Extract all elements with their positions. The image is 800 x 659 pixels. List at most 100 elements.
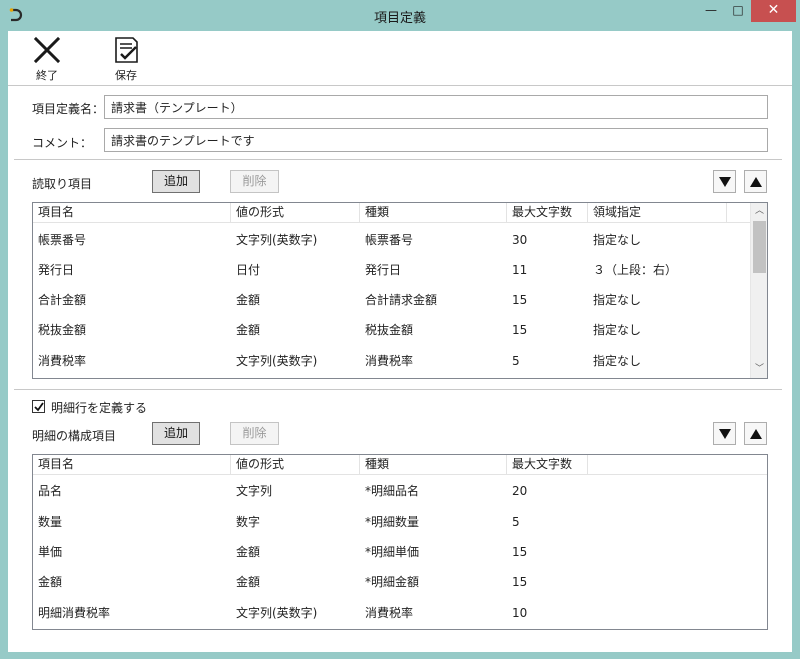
cell-item-name: 金額 bbox=[38, 575, 63, 589]
read-items-scrollbar[interactable]: ︿ ﹀ bbox=[750, 203, 767, 378]
column-header[interactable]: 種類 bbox=[360, 203, 507, 223]
cell-item-name: 税抜金額 bbox=[38, 323, 87, 337]
table-row[interactable]: 合計金額 金額 合計請求金額 15 指定なし bbox=[33, 285, 752, 315]
detail-delete-button[interactable]: 削除 bbox=[230, 422, 279, 445]
cell-value-format: 金額 bbox=[236, 293, 261, 307]
title-bar[interactable]: 項目定義 — □ ✕ bbox=[0, 0, 800, 31]
cell-type: 帳票番号 bbox=[365, 233, 414, 247]
cell-max-chars: 20 bbox=[512, 484, 528, 498]
save-button[interactable]: 保存 bbox=[102, 35, 150, 83]
cell-item-name: 発行日 bbox=[38, 263, 75, 277]
cell-value-format: 文字列(英数字) bbox=[236, 354, 318, 368]
save-checklist-icon bbox=[115, 37, 138, 63]
app-window: 項目定義 — □ ✕ 終了 保存 項目定義名： 請求書（テンプレート） コメント… bbox=[0, 0, 800, 659]
table-row[interactable]: 数量 数字 *明細数量 5 bbox=[33, 507, 767, 537]
exit-button[interactable]: 終了 bbox=[23, 35, 71, 83]
cell-type: *明細単価 bbox=[365, 545, 420, 559]
table-row[interactable]: 金額 金額 *明細金額 15 bbox=[33, 567, 767, 597]
cell-max-chars: 5 bbox=[512, 354, 520, 368]
cell-max-chars: 5 bbox=[512, 515, 520, 529]
move-up-icon bbox=[750, 177, 762, 187]
column-header[interactable]: 項目名 bbox=[33, 455, 231, 475]
cell-value-format: 文字列(英数字) bbox=[236, 606, 318, 620]
table-row[interactable]: 品名 文字列 *明細品名 20 bbox=[33, 476, 767, 506]
cell-type: 税抜金額 bbox=[365, 323, 414, 337]
cell-value-format: 金額 bbox=[236, 323, 261, 337]
read-items-move-up-button[interactable] bbox=[744, 170, 767, 193]
cell-region: 指定なし bbox=[593, 233, 642, 247]
cell-value-format: 文字列(英数字) bbox=[236, 233, 318, 247]
cell-item-name: 合計金額 bbox=[38, 293, 87, 307]
column-header[interactable]: 値の形式 bbox=[231, 455, 360, 475]
cell-item-name: 帳票番号 bbox=[38, 233, 87, 247]
checkmark-icon bbox=[34, 402, 44, 412]
define-detail-label: 明細行を定義する bbox=[51, 401, 148, 415]
define-detail-checkbox[interactable] bbox=[32, 400, 45, 413]
divider bbox=[14, 389, 782, 390]
table-row[interactable]: 発行日 日付 発行日 11 ３（上段：右） bbox=[33, 255, 752, 285]
detail-add-button[interactable]: 追加 bbox=[152, 422, 200, 445]
cell-item-name: 数量 bbox=[38, 515, 63, 529]
cell-max-chars: 15 bbox=[512, 575, 528, 589]
read-items-add-button[interactable]: 追加 bbox=[152, 170, 200, 193]
column-header[interactable]: 項目名 bbox=[33, 203, 231, 223]
scroll-up-arrow-icon[interactable]: ︿ bbox=[751, 203, 767, 220]
divider bbox=[14, 159, 782, 160]
column-header[interactable]: 値の形式 bbox=[231, 203, 360, 223]
comment-label: コメント： bbox=[32, 136, 93, 150]
comment-field[interactable]: 請求書のテンプレートです bbox=[104, 128, 768, 152]
read-items-grid: 項目名 値の形式 種類 最大文字数 領域指定 帳票番号 文字列(英数字) 帳票番… bbox=[32, 202, 768, 379]
table-row[interactable]: 税抜金額 金額 税抜金額 15 指定なし bbox=[33, 315, 752, 345]
cell-type: *明細品名 bbox=[365, 484, 420, 498]
read-items-move-down-button[interactable] bbox=[713, 170, 736, 193]
detail-items-header: 項目名 値の形式 種類 最大文字数 bbox=[33, 455, 767, 475]
window-title: 項目定義 bbox=[373, 11, 426, 26]
move-up-icon bbox=[750, 429, 762, 439]
cell-max-chars: 30 bbox=[512, 233, 528, 247]
column-header[interactable]: 最大文字数 bbox=[507, 455, 588, 475]
scroll-thumb[interactable] bbox=[753, 221, 766, 273]
definition-name-label: 項目定義名： bbox=[32, 102, 105, 116]
cell-type: 消費税率 bbox=[365, 354, 414, 368]
cell-max-chars: 10 bbox=[512, 606, 528, 620]
cell-max-chars: 15 bbox=[512, 545, 528, 559]
minimize-button[interactable]: — bbox=[697, 0, 725, 22]
cell-type: *明細金額 bbox=[365, 575, 420, 589]
toolbar: 終了 保存 bbox=[8, 31, 792, 86]
read-items-delete-button[interactable]: 削除 bbox=[230, 170, 279, 193]
scroll-down-arrow-icon[interactable]: ﹀ bbox=[751, 361, 767, 378]
read-items-label: 読取り項目 bbox=[32, 177, 93, 191]
read-items-header: 項目名 値の形式 種類 最大文字数 領域指定 bbox=[33, 203, 752, 223]
cell-value-format: 金額 bbox=[236, 545, 261, 559]
cell-max-chars: 15 bbox=[512, 323, 528, 337]
table-row[interactable]: 明細消費税率 文字列(英数字) 消費税率 10 bbox=[33, 598, 767, 628]
detail-move-up-button[interactable] bbox=[744, 422, 767, 445]
cell-item-name: 消費税率 bbox=[38, 354, 87, 368]
maximize-button[interactable]: □ bbox=[725, 0, 751, 22]
move-down-icon bbox=[719, 177, 731, 187]
cell-region: 指定なし bbox=[593, 293, 642, 307]
client-area: 終了 保存 項目定義名： 請求書（テンプレート） コメント： 請求書のテンプレー… bbox=[8, 31, 792, 652]
column-header[interactable]: 領域指定 bbox=[588, 203, 727, 223]
column-header[interactable]: 最大文字数 bbox=[507, 203, 588, 223]
cell-value-format: 数字 bbox=[236, 515, 261, 529]
cell-value-format: 金額 bbox=[236, 575, 261, 589]
cell-region: 指定なし bbox=[593, 354, 642, 368]
cell-item-name: 明細消費税率 bbox=[38, 606, 111, 620]
save-label: 保存 bbox=[115, 69, 137, 82]
move-down-icon bbox=[719, 429, 731, 439]
definition-name-field[interactable]: 請求書（テンプレート） bbox=[104, 95, 768, 119]
cell-item-name: 単価 bbox=[38, 545, 63, 559]
table-row[interactable]: 消費税率 文字列(英数字) 消費税率 5 指定なし bbox=[33, 346, 752, 376]
cell-type: 消費税率 bbox=[365, 606, 414, 620]
close-x-icon bbox=[33, 36, 61, 64]
cell-region: 指定なし bbox=[593, 323, 642, 337]
column-header[interactable]: 種類 bbox=[360, 455, 507, 475]
column-header-filler bbox=[727, 203, 752, 223]
cell-type: 発行日 bbox=[365, 263, 402, 277]
detail-move-down-button[interactable] bbox=[713, 422, 736, 445]
detail-items-label: 明細の構成項目 bbox=[32, 429, 117, 443]
table-row[interactable]: 帳票番号 文字列(英数字) 帳票番号 30 指定なし bbox=[33, 225, 752, 255]
close-window-button[interactable]: ✕ bbox=[751, 0, 796, 22]
table-row[interactable]: 単価 金額 *明細単価 15 bbox=[33, 537, 767, 567]
